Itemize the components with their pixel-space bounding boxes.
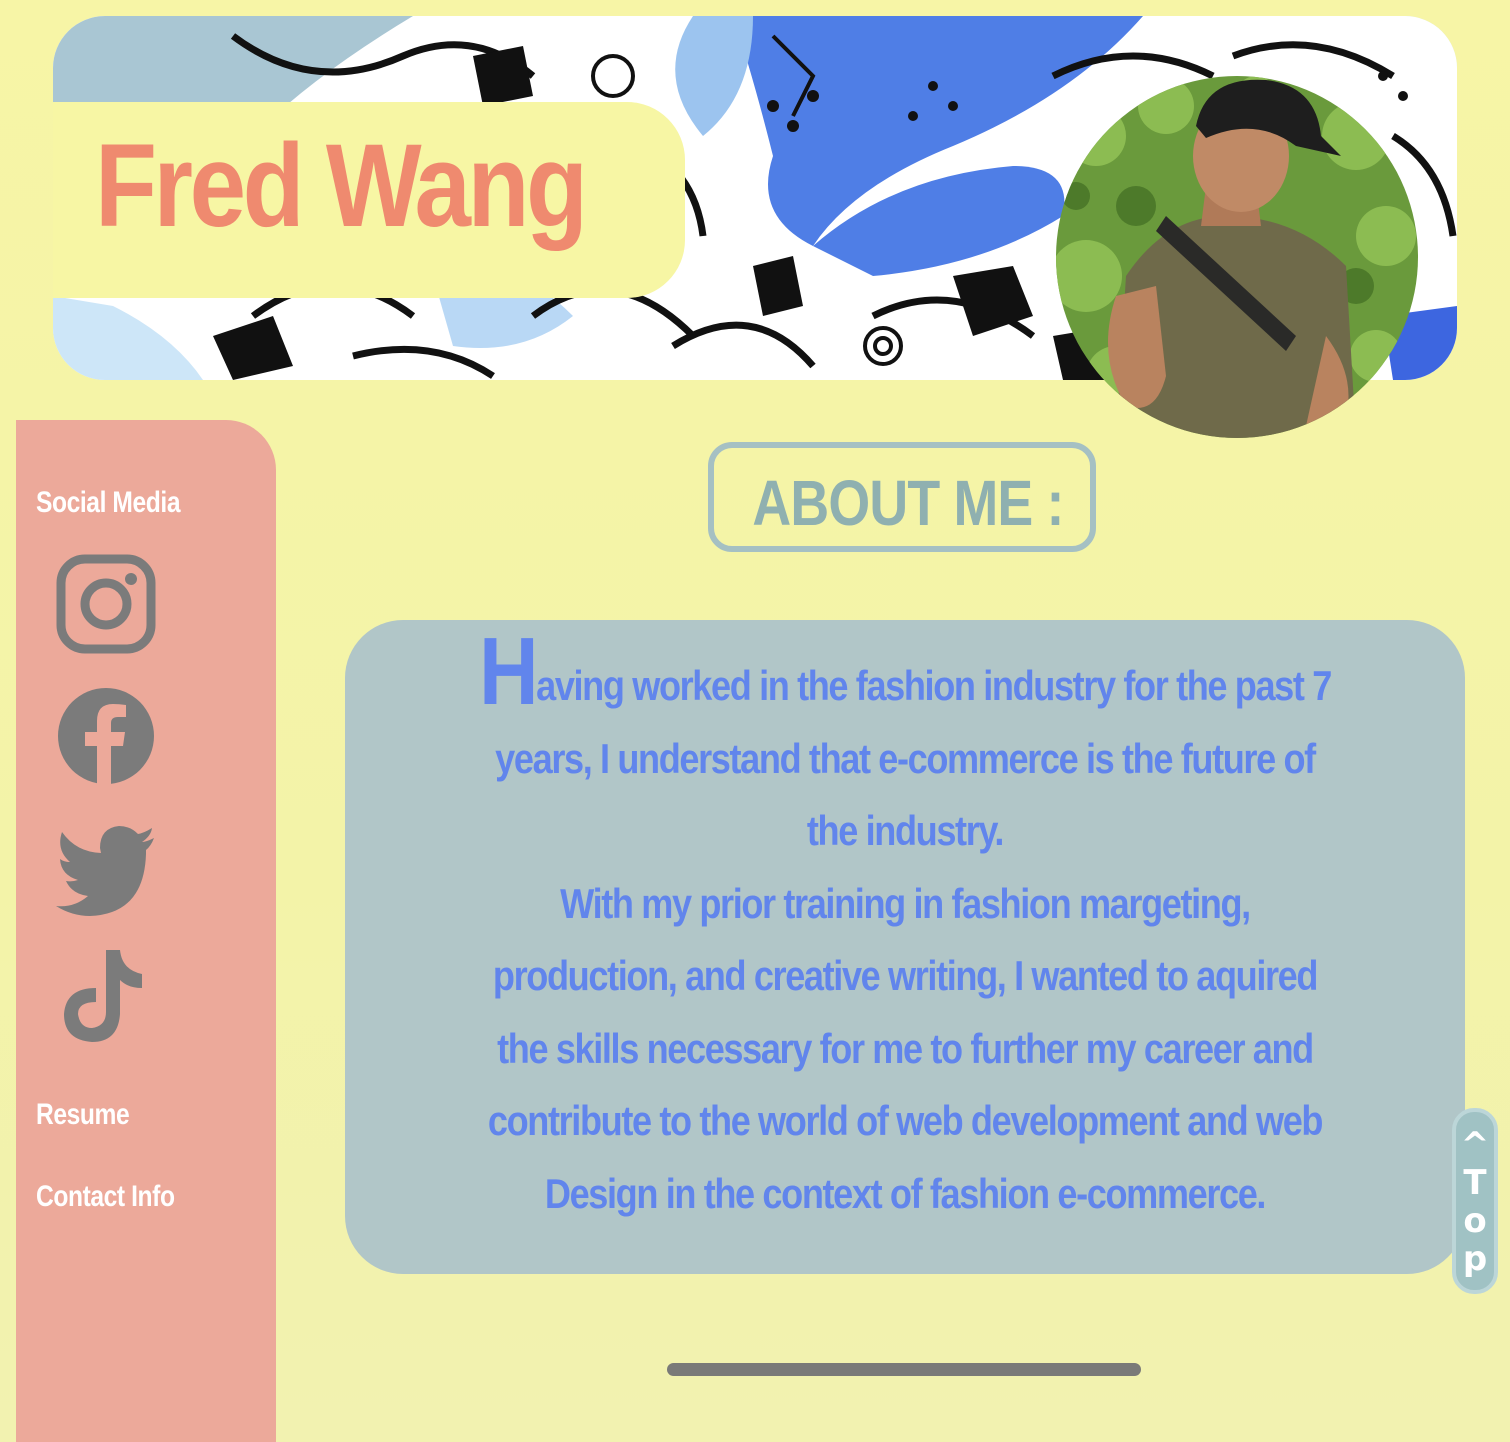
back-to-top-button[interactable]: ^ T o p [1452,1108,1498,1294]
bio-line: Having worked in the fashion industry fo… [479,618,1332,725]
twitter-icon[interactable] [56,818,156,918]
top-button-char: o [1463,1201,1487,1241]
horizontal-scrollbar[interactable] [667,1363,1141,1376]
sidebar-item-resume[interactable]: Resume [36,1098,130,1132]
bio-line: years, I understand that e-commerce is t… [495,734,1316,782]
top-button-char: ^ [1460,1125,1490,1165]
instagram-icon[interactable] [56,554,156,654]
drop-cap: H [479,618,539,725]
bio-line: With my prior training in fashion marget… [560,879,1251,927]
sidebar: Social Media Resume Contact Info [16,420,276,1442]
page-title: Fred Wang [95,120,588,252]
bio-line: the skills necessary for me to further m… [497,1024,1314,1072]
top-button-char: T [1463,1163,1487,1203]
social-media-heading: Social Media [36,486,181,519]
bio-line: contribute to the world of web developme… [487,1097,1324,1144]
tiktok-icon[interactable] [56,946,156,1046]
top-button-char: p [1462,1239,1488,1279]
facebook-icon[interactable] [56,686,156,786]
sidebar-item-contact-info[interactable]: Contact Info [36,1180,175,1214]
bio-panel: Having worked in the fashion industry fo… [345,620,1465,1274]
bio-line: production, and creative writing, I want… [492,952,1319,999]
about-heading: ABOUT ME : [752,467,1064,539]
bio-text: Having worked in the fashion industry fo… [345,618,1465,1230]
bio-line: the industry. [806,807,1005,854]
about-heading-box: ABOUT ME : [708,442,1096,552]
avatar [1056,76,1418,438]
bio-line: Design in the context of fashion e-comme… [544,1169,1267,1217]
